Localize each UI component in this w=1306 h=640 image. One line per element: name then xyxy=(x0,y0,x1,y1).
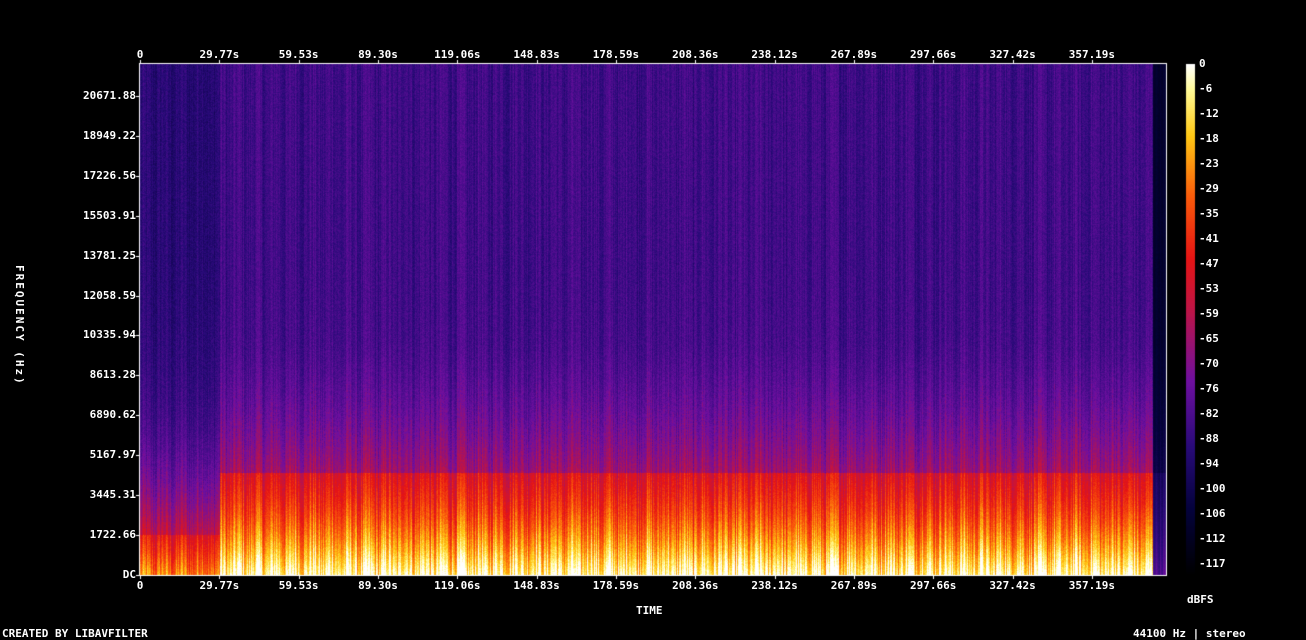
colorbar-tick-label: -88 xyxy=(1199,432,1219,445)
y-tick-label: 15503.91 xyxy=(83,208,136,222)
x-tick-label-bottom: 0 xyxy=(136,579,144,592)
colorbar-tick-label: -106 xyxy=(1199,507,1226,520)
x-tick-label-bottom: 29.77s xyxy=(199,579,240,592)
x-tick-label-bottom: 178.59s xyxy=(592,579,640,592)
colorbar-tick-label: -70 xyxy=(1199,357,1219,370)
colorbar-tick-label: -82 xyxy=(1199,407,1219,420)
y-axis-label-wrap: FREQUENCY (Hz) xyxy=(0,265,40,405)
x-tick-label-bottom: 327.42s xyxy=(989,579,1036,592)
y-tick-label: DC xyxy=(122,568,136,581)
colorbar-tick-label: -59 xyxy=(1199,307,1219,320)
colorbar-tick-label: -100 xyxy=(1199,482,1226,495)
x-tick-label-top: 178.59s xyxy=(592,48,640,61)
y-tick-label: 17226.56 xyxy=(83,168,136,182)
x-tick-label-bottom: 89.30s xyxy=(358,579,398,592)
colorbar-tick-label: -76 xyxy=(1199,382,1219,395)
colorbar-tick-label: -117 xyxy=(1199,557,1226,570)
x-axis-label: TIME xyxy=(636,604,663,617)
y-tick-label: 8613.28 xyxy=(89,368,136,382)
x-tick-label-top: 0 xyxy=(136,48,144,61)
colorbar-tick-label: -23 xyxy=(1199,157,1219,170)
y-axis-label: FREQUENCY (Hz) xyxy=(13,265,26,386)
x-tick-label-bottom: 119.06s xyxy=(434,579,481,592)
colorbar-tick-label: 0 xyxy=(1199,57,1206,70)
colorbar-tick-label: -41 xyxy=(1199,232,1219,245)
colorbar-tick-label: -18 xyxy=(1199,132,1219,145)
y-tick-label: 20671.88 xyxy=(83,88,136,102)
x-tick-label-top: 238.12s xyxy=(751,48,798,61)
x-tick-label-bottom: 297.66s xyxy=(910,579,957,592)
x-tick-label-top: 148.83s xyxy=(513,48,560,61)
y-tick-label: 5167.97 xyxy=(89,448,136,462)
y-tick-label: 1722.66 xyxy=(89,528,136,542)
x-tick-label-top: 208.36s xyxy=(672,48,719,61)
colorbar-tick-label: -112 xyxy=(1199,532,1226,545)
colorbar-tick-label: -65 xyxy=(1199,332,1219,345)
x-tick-label-top: 357.19s xyxy=(1068,48,1116,61)
x-tick-label-bottom: 208.36s xyxy=(672,579,719,592)
colorbar-tick-label: -47 xyxy=(1199,257,1219,270)
y-tick-label: 13781.25 xyxy=(83,248,136,262)
y-tick-label: 10335.94 xyxy=(83,328,136,342)
x-tick-label-top: 327.42s xyxy=(989,48,1036,61)
x-tick-label-bottom: 59.53s xyxy=(278,579,319,592)
colorbar-tick-label: -94 xyxy=(1199,457,1219,470)
spectrogram-chart xyxy=(0,0,1306,640)
colorbar-tick-label: -35 xyxy=(1199,207,1219,220)
y-tick-label: 6890.62 xyxy=(89,408,136,422)
x-tick-label-bottom: 357.19s xyxy=(1068,579,1116,592)
footer-left: CREATED BY LIBAVFILTER xyxy=(2,627,148,640)
x-tick-label-bottom: 267.89s xyxy=(830,579,878,592)
x-tick-label-top: 297.66s xyxy=(910,48,957,61)
x-tick-label-top: 119.06s xyxy=(434,48,481,61)
y-tick-label: 12058.59 xyxy=(83,288,136,302)
y-tick-label: 3445.31 xyxy=(89,488,136,502)
colorbar-tick-label: -12 xyxy=(1199,107,1219,120)
x-tick-label-top: 29.77s xyxy=(199,48,240,61)
colorbar-label: dBFS xyxy=(1187,593,1214,606)
footer-right: 44100 Hz | stereo xyxy=(1133,627,1246,640)
x-tick-label-top: 59.53s xyxy=(278,48,319,61)
x-tick-label-bottom: 148.83s xyxy=(513,579,560,592)
y-tick-label: 18949.22 xyxy=(83,128,136,142)
colorbar-tick-label: -29 xyxy=(1199,182,1219,195)
colorbar-tick-label: -53 xyxy=(1199,282,1219,295)
x-tick-label-top: 267.89s xyxy=(830,48,878,61)
x-tick-label-top: 89.30s xyxy=(358,48,398,61)
x-tick-label-bottom: 238.12s xyxy=(751,579,798,592)
colorbar-tick-label: -6 xyxy=(1199,82,1213,95)
